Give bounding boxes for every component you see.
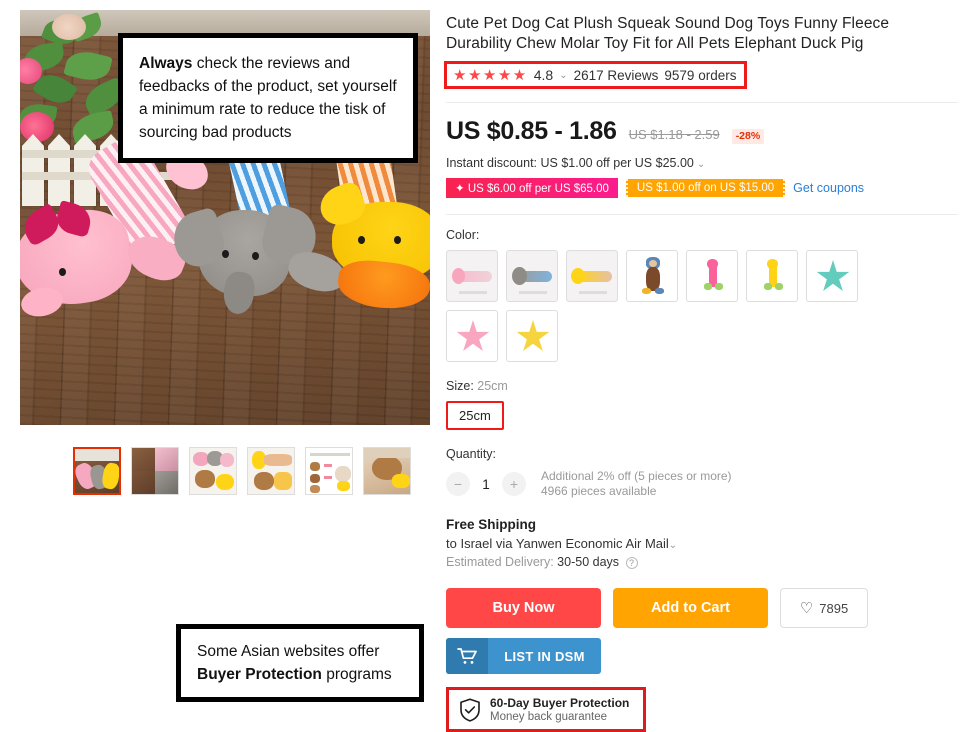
- annotation-protection-post: programs: [321, 666, 392, 683]
- quantity-label: Quantity:: [446, 447, 497, 461]
- size-label: Size: 25cm: [446, 379, 958, 393]
- buyer-protection-badge[interactable]: 60-Day Buyer Protection Money back guara…: [446, 687, 647, 732]
- thumbnail-4[interactable]: [305, 447, 353, 495]
- buyer-protection-title: 60-Day Buyer Protection: [490, 696, 630, 710]
- star-rating-icon: ★★★★★: [453, 66, 528, 84]
- shipping-title: Free Shipping: [446, 517, 537, 532]
- buy-now-button[interactable]: Buy Now: [446, 588, 601, 628]
- order-count: 9579 orders: [664, 67, 737, 83]
- wishlist-button[interactable]: ♡ 7895: [780, 588, 868, 628]
- estimated-delivery: Estimated Delivery: 30-50 days ?: [446, 555, 958, 569]
- discount-badge: -28%: [731, 128, 765, 144]
- rating-score: 4.8: [533, 67, 554, 83]
- chevron-down-icon[interactable]: ⌄: [669, 540, 677, 551]
- annotation-protection-pre: Some Asian websites offer: [197, 643, 380, 660]
- quantity-decrease-button[interactable]: −: [446, 472, 470, 496]
- coupon-badge-secondary[interactable]: US $1.00 off on US $15.00: [625, 179, 786, 197]
- thumbnail-3[interactable]: [247, 447, 295, 495]
- rating-summary[interactable]: ★★★★★ 4.8 ⌄ 2617 Reviews 9579 orders: [444, 61, 748, 89]
- annotation-protection-bold: Buyer Protection: [197, 666, 322, 683]
- thumbnail-strip[interactable]: [73, 447, 411, 495]
- shipping-destination-text: to Israel via Yanwen Economic Air Mail: [446, 536, 669, 551]
- shipping-destination[interactable]: to Israel via Yanwen Economic Air Mail⌄: [446, 536, 958, 551]
- annotation-reviews-text: Always check the reviews and feedbacks o…: [139, 52, 397, 144]
- color-label: Color:: [446, 228, 480, 242]
- thumbnail-5[interactable]: [363, 447, 411, 495]
- color-swatch-pink-pig-lying[interactable]: [446, 250, 498, 302]
- color-swatch-yellow-starfish[interactable]: [506, 310, 558, 362]
- color-swatch-brown-monkey-standing[interactable]: [626, 250, 678, 302]
- primary-action-row: Buy Now Add to Cart ♡ 7895: [446, 588, 958, 628]
- instant-discount-row[interactable]: Instant discount: US $1.00 off per US $2…: [446, 156, 958, 170]
- product-detail-panel: Cute Pet Dog Cat Plush Squeak Sound Dog …: [444, 14, 958, 732]
- current-price: US $0.85 - 1.86: [446, 117, 617, 145]
- review-count[interactable]: 2617 Reviews: [574, 68, 659, 83]
- color-swatch-pink-giraffe-standing[interactable]: [686, 250, 738, 302]
- annotation-reviews-note: Always check the reviews and feedbacks o…: [118, 33, 418, 163]
- color-swatch-yellow-giraffe-standing[interactable]: [746, 250, 798, 302]
- quantity-note: Additional 2% off (5 pieces or more) 496…: [541, 469, 732, 499]
- coupon-badge-primary[interactable]: ✦ US $6.00 off per US $65.00: [446, 178, 618, 198]
- wishlist-count: 7895: [819, 600, 849, 616]
- color-swatch-yellow-duck-lying[interactable]: [566, 250, 618, 302]
- buyer-protection-subtitle: Money back guarantee: [490, 711, 607, 723]
- annotation-reviews-bold: Always: [139, 55, 193, 72]
- thumbnail-2[interactable]: [189, 447, 237, 495]
- heart-icon: ♡: [799, 600, 814, 617]
- estimated-delivery-value: 30-50 days: [557, 555, 620, 569]
- coupon-row: ✦ US $6.00 off per US $65.00 US $1.00 of…: [446, 178, 958, 198]
- estimated-delivery-label: Estimated Delivery:: [446, 555, 554, 569]
- thumbnail-1[interactable]: [131, 447, 179, 495]
- get-coupons-link[interactable]: Get coupons: [793, 181, 864, 195]
- yellow-duck-plush: [310, 112, 430, 320]
- shield-check-icon: [459, 697, 481, 722]
- quantity-value[interactable]: 1: [479, 477, 493, 492]
- divider: [446, 102, 958, 103]
- quantity-increase-button[interactable]: +: [502, 472, 526, 496]
- color-swatch-teal-starfish[interactable]: [806, 250, 858, 302]
- stock-note: 4966 pieces available: [541, 484, 657, 498]
- size-label-text: Size:: [446, 379, 474, 393]
- shopping-cart-icon: [446, 638, 488, 674]
- thumbnail-0[interactable]: [73, 447, 121, 495]
- chevron-down-icon[interactable]: ⌄: [559, 70, 567, 81]
- add-to-cart-button[interactable]: Add to Cart: [613, 588, 768, 628]
- help-icon[interactable]: ?: [625, 557, 638, 569]
- color-swatch-list: [446, 250, 886, 362]
- price-block: US $0.85 - 1.86 US $1.18 - 2.59 -28%: [446, 117, 958, 146]
- buyer-protection-text: 60-Day Buyer Protection Money back guara…: [490, 696, 629, 723]
- size-option-25cm[interactable]: 25cm: [446, 401, 504, 430]
- quantity-stepper: − 1 + Additional 2% off (5 pieces or mor…: [446, 469, 958, 499]
- bulk-discount-note: Additional 2% off (5 pieces or more): [541, 469, 732, 483]
- annotation-protection-text: Some Asian websites offer Buyer Protecti…: [197, 640, 403, 686]
- instant-discount-text: Instant discount: US $1.00 off per US $2…: [446, 156, 694, 170]
- color-swatch-grey-elephant-lying[interactable]: [506, 250, 558, 302]
- list-in-dsm-label: LIST IN DSM: [504, 648, 585, 664]
- original-price: US $1.18 - 2.59: [628, 127, 720, 142]
- list-in-dsm-button[interactable]: LIST IN DSM: [446, 638, 601, 674]
- divider: [446, 214, 958, 215]
- annotation-protection-note: Some Asian websites offer Buyer Protecti…: [176, 624, 424, 702]
- product-title: Cute Pet Dog Cat Plush Squeak Sound Dog …: [446, 15, 890, 52]
- color-swatch-pink-starfish[interactable]: [446, 310, 498, 362]
- size-selected-value: 25cm: [477, 379, 508, 393]
- chevron-down-icon[interactable]: ⌄: [697, 159, 705, 170]
